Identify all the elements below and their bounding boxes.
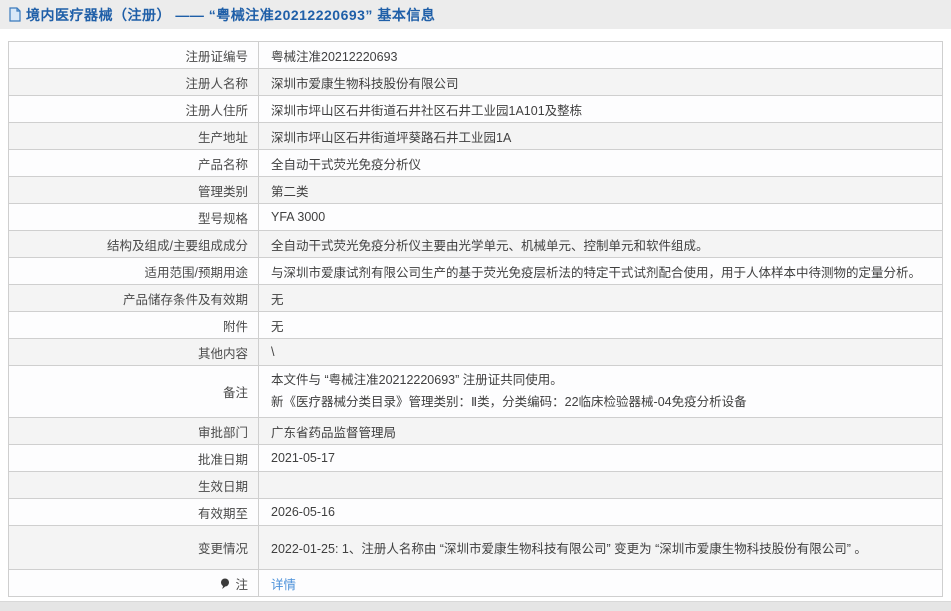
label-effective-date: 生效日期 [9, 472, 259, 499]
label-note: 注 [9, 570, 259, 597]
row-approval-department: 审批部门 广东省药品监督管理局 [9, 418, 943, 445]
value-registrant-address: 深圳市坪山区石井街道石井社区石井工业园1A101及整栋 [259, 96, 943, 123]
page-header: 境内医疗器械（注册） —— “粤械注准20212220693” 基本信息 [0, 0, 951, 29]
value-management-category: 第二类 [259, 177, 943, 204]
label-approval-department: 审批部门 [9, 418, 259, 445]
label-structure-composition: 结构及组成/主要组成成分 [9, 231, 259, 258]
row-product-name: 产品名称 全自动干式荧光免疫分析仪 [9, 150, 943, 177]
row-valid-until: 有效期至 2026-05-16 [9, 499, 943, 526]
registration-info-table: 注册证编号 粤械注准20212220693 注册人名称 深圳市爱康生物科技股份有… [8, 41, 943, 597]
label-approval-date: 批准日期 [9, 445, 259, 472]
row-registrant-address: 注册人住所 深圳市坪山区石井街道石井社区石井工业园1A101及整栋 [9, 96, 943, 123]
row-change-history: 变更情况 2022-01-25: 1、注册人名称由 “深圳市爱康生物科技有限公司… [9, 526, 943, 570]
row-remarks: 备注 本文件与 “粤械注准20212220693” 注册证共同使用。 新《医疗器… [9, 366, 943, 418]
value-intended-use: 与深圳市爱康试剂有限公司生产的基于荧光免疫层析法的特定干式试剂配合使用，用于人体… [259, 258, 943, 285]
value-valid-until: 2026-05-16 [259, 499, 943, 526]
note-pin-icon [220, 578, 230, 590]
value-product-name: 全自动干式荧光免疫分析仪 [259, 150, 943, 177]
value-note: 详情 [259, 570, 943, 597]
row-production-address: 生产地址 深圳市坪山区石井街道坪葵路石井工业园1A [9, 123, 943, 150]
label-attachments: 附件 [9, 312, 259, 339]
value-approval-department: 广东省药品监督管理局 [259, 418, 943, 445]
row-structure-composition: 结构及组成/主要组成成分 全自动干式荧光免疫分析仪主要由光学单元、机械单元、控制… [9, 231, 943, 258]
row-model-spec: 型号规格 YFA 3000 [9, 204, 943, 231]
label-registrant-name: 注册人名称 [9, 69, 259, 96]
value-model-spec: YFA 3000 [259, 204, 943, 231]
value-remarks: 本文件与 “粤械注准20212220693” 注册证共同使用。 新《医疗器械分类… [259, 366, 943, 418]
row-registrant-name: 注册人名称 深圳市爱康生物科技股份有限公司 [9, 69, 943, 96]
row-other-content: 其他内容 \ [9, 339, 943, 366]
label-management-category: 管理类别 [9, 177, 259, 204]
row-registration-number: 注册证编号 粤械注准20212220693 [9, 42, 943, 69]
page-title: 境内医疗器械（注册） —— “粤械注准20212220693” 基本信息 [26, 5, 435, 25]
page-bottom-band [0, 601, 951, 611]
details-link[interactable]: 详情 [271, 578, 296, 592]
value-registrant-name: 深圳市爱康生物科技股份有限公司 [259, 69, 943, 96]
note-label-text: 注 [235, 578, 248, 592]
value-production-address: 深圳市坪山区石井街道坪葵路石井工业园1A [259, 123, 943, 150]
label-product-name: 产品名称 [9, 150, 259, 177]
label-registrant-address: 注册人住所 [9, 96, 259, 123]
document-icon [8, 7, 22, 22]
remarks-line-2: 新《医疗器械分类目录》管理类别：Ⅱ类，分类编码：22临床检验器械-04免疫分析设… [271, 392, 932, 414]
row-attachments: 附件 无 [9, 312, 943, 339]
row-note: 注 详情 [9, 570, 943, 597]
label-storage-conditions: 产品储存条件及有效期 [9, 285, 259, 312]
row-storage-conditions: 产品储存条件及有效期 无 [9, 285, 943, 312]
row-management-category: 管理类别 第二类 [9, 177, 943, 204]
value-storage-conditions: 无 [259, 285, 943, 312]
value-attachments: 无 [259, 312, 943, 339]
label-remarks: 备注 [9, 366, 259, 418]
row-effective-date: 生效日期 [9, 472, 943, 499]
row-intended-use: 适用范围/预期用途 与深圳市爱康试剂有限公司生产的基于荧光免疫层析法的特定干式试… [9, 258, 943, 285]
label-model-spec: 型号规格 [9, 204, 259, 231]
value-approval-date: 2021-05-17 [259, 445, 943, 472]
label-valid-until: 有效期至 [9, 499, 259, 526]
label-other-content: 其他内容 [9, 339, 259, 366]
value-structure-composition: 全自动干式荧光免疫分析仪主要由光学单元、机械单元、控制单元和软件组成。 [259, 231, 943, 258]
remarks-line-1: 本文件与 “粤械注准20212220693” 注册证共同使用。 [271, 370, 932, 392]
label-change-history: 变更情况 [9, 526, 259, 570]
row-approval-date: 批准日期 2021-05-17 [9, 445, 943, 472]
value-other-content: \ [259, 339, 943, 366]
label-registration-number: 注册证编号 [9, 42, 259, 69]
label-production-address: 生产地址 [9, 123, 259, 150]
label-intended-use: 适用范围/预期用途 [9, 258, 259, 285]
value-change-history: 2022-01-25: 1、注册人名称由 “深圳市爱康生物科技有限公司” 变更为… [259, 526, 943, 570]
value-registration-number: 粤械注准20212220693 [259, 42, 943, 69]
value-effective-date [259, 472, 943, 499]
